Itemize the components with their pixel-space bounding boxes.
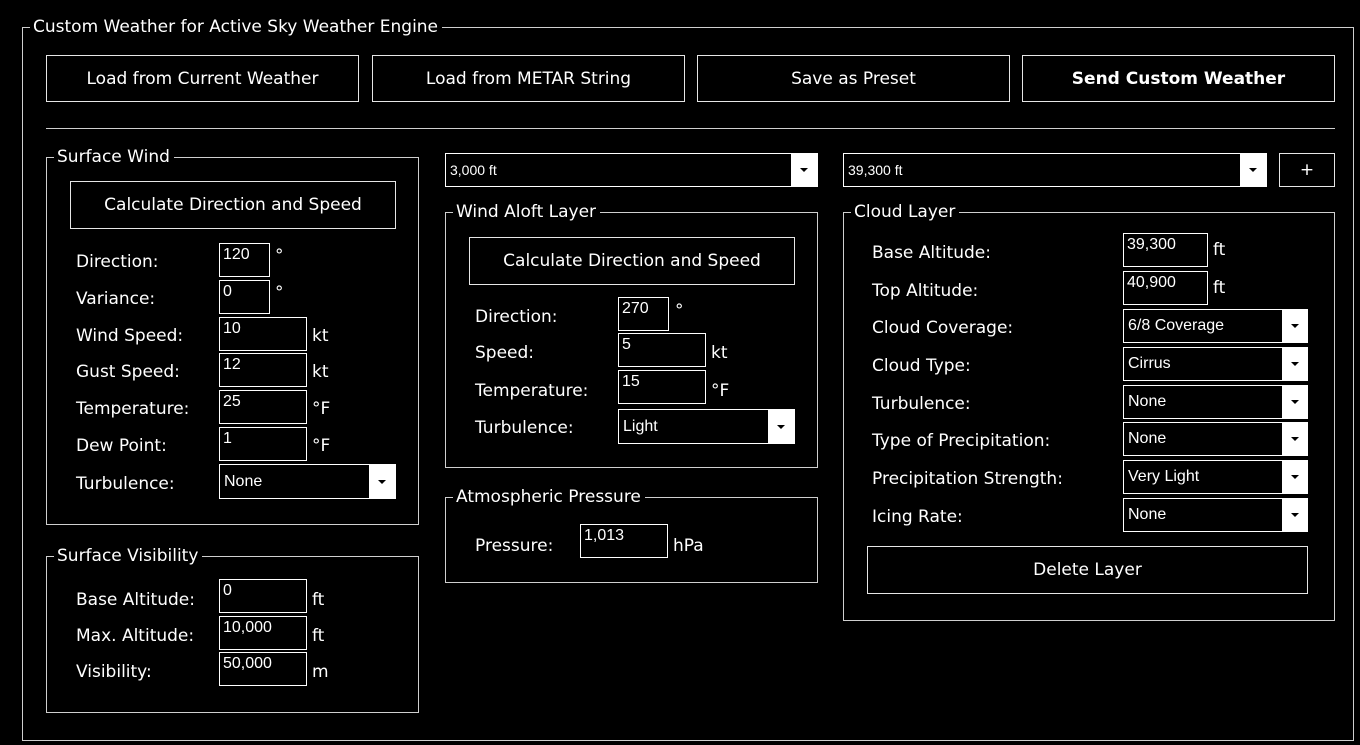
surface-turbulence-value: None [224, 472, 263, 490]
chevron-down-icon [1282, 310, 1308, 342]
max-altitude-label: Max. Altitude: [76, 626, 195, 646]
cloud-turbulence-value: None [1128, 393, 1167, 410]
cloud-coverage-select[interactable]: 6/8 Coverage [1123, 309, 1308, 343]
visibility-input[interactable]: 50,000 [219, 652, 307, 686]
cloud-type-select[interactable]: Cirrus [1123, 347, 1308, 381]
surface-temperature-label: Temperature: [76, 399, 190, 419]
surface-variance-unit: ° [275, 283, 284, 303]
dew-point-unit: °F [312, 436, 331, 456]
aloft-speed-unit: kt [711, 343, 728, 363]
dew-point-input[interactable]: 1 [219, 427, 307, 461]
gust-speed-input[interactable]: 12 [219, 353, 307, 387]
pressure-input[interactable]: 1,013 [580, 524, 668, 558]
cloud-top-altitude-input[interactable]: 40,900 [1123, 271, 1208, 305]
surface-wind-title: Surface Wind [54, 147, 174, 167]
cloud-base-altitude-unit: ft [1213, 240, 1226, 260]
save-preset-button[interactable]: Save as Preset [697, 55, 1010, 102]
visibility-label: Visibility: [76, 662, 152, 682]
surface-direction-label: Direction: [76, 252, 159, 272]
panel-title: Custom Weather for Active Sky Weather En… [30, 17, 443, 37]
icing-rate-select[interactable]: None [1123, 498, 1308, 532]
aloft-direction-input[interactable]: 270 [618, 297, 669, 331]
surface-turbulence-select[interactable]: None [219, 464, 396, 499]
visibility-base-altitude-unit: ft [312, 590, 325, 610]
delete-layer-button[interactable]: Delete Layer [867, 546, 1308, 594]
aloft-direction-label: Direction: [475, 307, 558, 327]
chevron-down-icon [1282, 348, 1308, 380]
aloft-temperature-input[interactable]: 15 [618, 370, 706, 404]
aloft-calc-direction-button[interactable]: Calculate Direction and Speed [469, 237, 795, 285]
surface-temperature-unit: °F [312, 399, 331, 419]
load-current-weather-button[interactable]: Load from Current Weather [46, 55, 359, 102]
icing-rate-value: None [1128, 506, 1167, 523]
precip-type-select[interactable]: None [1123, 422, 1308, 456]
icing-rate-label: Icing Rate: [872, 507, 963, 527]
aloft-temperature-unit: °F [711, 381, 730, 401]
chevron-down-icon [369, 465, 395, 498]
send-custom-weather-button[interactable]: Send Custom Weather [1022, 55, 1335, 102]
dew-point-label: Dew Point: [76, 436, 167, 456]
precip-type-value: None [1128, 430, 1167, 447]
cloud-layer-select[interactable]: 39,300 ft [843, 153, 1267, 187]
cloud-layer-value: 39,300 ft [848, 162, 903, 178]
cloud-turbulence-select[interactable]: None [1123, 385, 1308, 419]
chevron-down-icon [1282, 461, 1308, 493]
surface-variance-label: Variance: [76, 289, 156, 309]
precip-strength-value: Very Light [1128, 468, 1200, 485]
surface-turbulence-label: Turbulence: [76, 474, 175, 494]
cloud-type-value: Cirrus [1128, 355, 1171, 372]
gust-speed-unit: kt [312, 362, 329, 382]
wind-speed-unit: kt [312, 326, 329, 346]
gust-speed-label: Gust Speed: [76, 362, 180, 382]
chevron-down-icon [1282, 386, 1308, 418]
cloud-type-label: Cloud Type: [872, 356, 971, 376]
divider [46, 128, 1335, 129]
aloft-turbulence-label: Turbulence: [475, 418, 574, 438]
aloft-temperature-label: Temperature: [475, 381, 589, 401]
aloft-direction-unit: ° [675, 301, 684, 321]
pressure-label: Pressure: [475, 536, 554, 556]
chevron-down-icon [1240, 154, 1266, 186]
visibility-base-altitude-label: Base Altitude: [76, 590, 195, 610]
cloud-coverage-value: 6/8 Coverage [1128, 317, 1225, 334]
cloud-layer-title: Cloud Layer [851, 202, 960, 222]
cloud-top-altitude-unit: ft [1213, 278, 1226, 298]
cloud-base-altitude-label: Base Altitude: [872, 243, 991, 263]
chevron-down-icon [791, 154, 817, 186]
cloud-coverage-label: Cloud Coverage: [872, 318, 1014, 338]
wind-aloft-layer-value: 3,000 ft [450, 162, 497, 178]
chevron-down-icon [768, 410, 794, 443]
surface-direction-input[interactable]: 120 [219, 243, 270, 277]
wind-speed-input[interactable]: 10 [219, 317, 307, 351]
surface-visibility-title: Surface Visibility [54, 546, 203, 566]
surface-direction-unit: ° [275, 246, 284, 266]
wind-speed-label: Wind Speed: [76, 326, 184, 346]
add-cloud-layer-button[interactable]: + [1279, 153, 1335, 187]
pressure-title: Atmospheric Pressure [453, 487, 645, 507]
cloud-turbulence-label: Turbulence: [872, 394, 971, 414]
aloft-speed-label: Speed: [475, 343, 535, 363]
load-metar-button[interactable]: Load from METAR String [372, 55, 685, 102]
aloft-turbulence-value: Light [623, 417, 658, 435]
precip-strength-select[interactable]: Very Light [1123, 460, 1308, 494]
chevron-down-icon [1282, 499, 1308, 531]
pressure-unit: hPa [673, 536, 704, 556]
precip-strength-label: Precipitation Strength: [872, 469, 1063, 489]
max-altitude-input[interactable]: 10,000 [219, 616, 307, 650]
max-altitude-unit: ft [312, 626, 325, 646]
aloft-speed-input[interactable]: 5 [618, 333, 706, 367]
cloud-base-altitude-input[interactable]: 39,300 [1123, 233, 1208, 267]
precip-type-label: Type of Precipitation: [872, 431, 1051, 451]
surface-temperature-input[interactable]: 25 [219, 390, 307, 424]
aloft-turbulence-select[interactable]: Light [618, 409, 795, 444]
wind-aloft-layer-select[interactable]: 3,000 ft [445, 153, 818, 187]
cloud-top-altitude-label: Top Altitude: [872, 281, 979, 301]
surface-calc-direction-button[interactable]: Calculate Direction and Speed [70, 181, 396, 229]
visibility-unit: m [312, 662, 329, 682]
surface-variance-input[interactable]: 0 [219, 280, 270, 314]
wind-aloft-title: Wind Aloft Layer [453, 202, 601, 222]
visibility-base-altitude-input[interactable]: 0 [219, 579, 307, 613]
chevron-down-icon [1282, 423, 1308, 455]
